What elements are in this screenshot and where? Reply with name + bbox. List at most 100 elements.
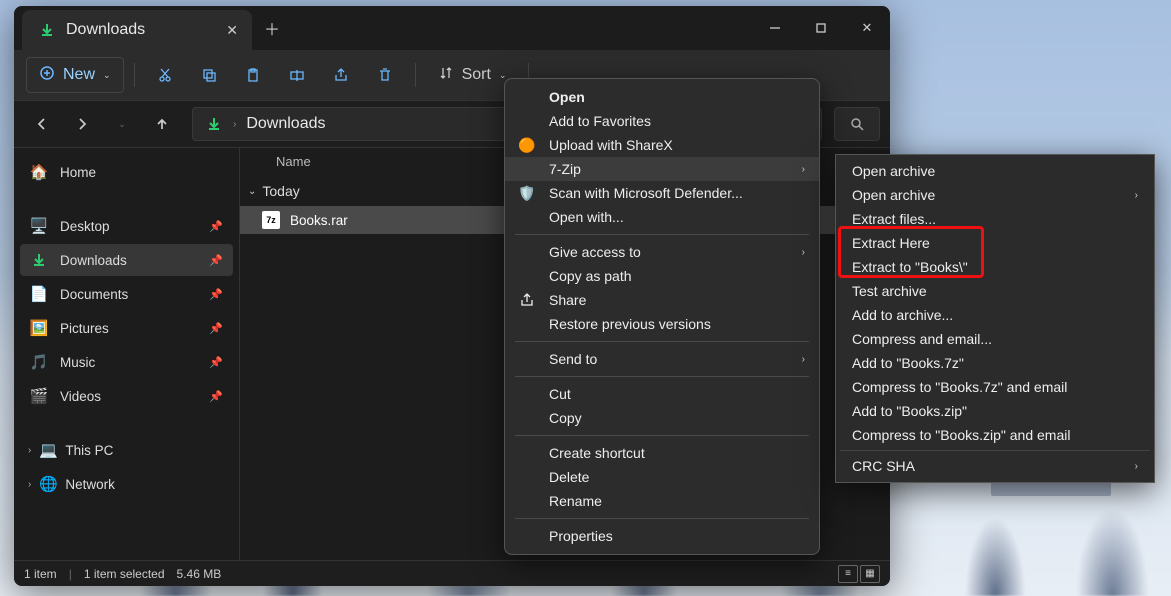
- chevron-down-icon: ⌄: [248, 186, 256, 197]
- submenu-open-archive-alt[interactable]: Open archive›: [836, 183, 1154, 207]
- sidebar-group-label: This PC: [65, 443, 113, 458]
- details-view-button[interactable]: ≡: [838, 565, 858, 583]
- submenu-add-zip[interactable]: Add to "Books.zip": [836, 399, 1154, 423]
- new-button[interactable]: New ⌄: [26, 57, 124, 93]
- menu-item-favorites[interactable]: Add to Favorites: [505, 109, 819, 133]
- share-button[interactable]: [321, 57, 361, 93]
- submenu-test[interactable]: Test archive: [836, 279, 1154, 303]
- sidebar-item-label: Pictures: [60, 321, 109, 336]
- menu-item-openwith[interactable]: Open with...: [505, 205, 819, 229]
- delete-button[interactable]: [365, 57, 405, 93]
- menu-item-sendto[interactable]: Send to›: [505, 347, 819, 371]
- menu-label: Copy as path: [549, 268, 632, 284]
- network-icon: 🌐: [39, 475, 57, 493]
- menu-item-copypath[interactable]: Copy as path: [505, 264, 819, 288]
- pc-icon: 💻: [39, 441, 57, 459]
- submenu-open-archive[interactable]: Open archive: [836, 159, 1154, 183]
- submenu-extract-files[interactable]: Extract files...: [836, 207, 1154, 231]
- titlebar[interactable]: Downloads ✕ ＋ ✕: [14, 6, 890, 50]
- menu-label: CRC SHA: [852, 458, 915, 474]
- chevron-down-icon: ⌄: [103, 70, 111, 81]
- pin-icon: 📌: [209, 288, 223, 301]
- sidebar-item-documents[interactable]: 📄 Documents 📌: [20, 278, 233, 310]
- close-window-button[interactable]: ✕: [844, 6, 890, 50]
- menu-label: Extract files...: [852, 211, 936, 227]
- menu-item-open[interactable]: Open: [505, 85, 819, 109]
- menu-label: Cut: [549, 386, 571, 402]
- close-tab-icon[interactable]: ✕: [226, 22, 238, 39]
- menu-label: Open archive: [852, 163, 935, 179]
- pictures-icon: 🖼️: [30, 319, 48, 337]
- menu-item-shortcut[interactable]: Create shortcut: [505, 441, 819, 465]
- menu-label: Properties: [549, 528, 613, 544]
- menu-item-copy[interactable]: Copy: [505, 406, 819, 430]
- submenu-compress-zip[interactable]: Compress to "Books.zip" and email: [836, 423, 1154, 447]
- menu-item-cut[interactable]: Cut: [505, 382, 819, 406]
- menu-item-sharex[interactable]: 🟠Upload with ShareX: [505, 133, 819, 157]
- submenu-crc[interactable]: CRC SHA ›: [836, 454, 1154, 478]
- item-count: 1 item: [24, 567, 57, 581]
- submenu-add[interactable]: Add to archive...: [836, 303, 1154, 327]
- submenu-add-7z[interactable]: Add to "Books.7z": [836, 351, 1154, 375]
- breadcrumb-location[interactable]: Downloads: [246, 115, 325, 133]
- minimize-button[interactable]: [752, 6, 798, 50]
- selected-size: 5.46 MB: [177, 567, 222, 581]
- menu-item-properties[interactable]: Properties: [505, 524, 819, 548]
- paste-button[interactable]: [233, 57, 273, 93]
- separator: [515, 376, 809, 377]
- music-icon: 🎵: [30, 353, 48, 371]
- separator: [515, 234, 809, 235]
- chevron-right-icon: ›: [1135, 461, 1138, 472]
- maximize-button[interactable]: [798, 6, 844, 50]
- menu-item-defender[interactable]: 🛡️Scan with Microsoft Defender...: [505, 181, 819, 205]
- forward-button[interactable]: [64, 106, 100, 142]
- status-bar: 1 item | 1 item selected 5.46 MB ≡ ▦: [14, 560, 890, 586]
- menu-label: Give access to: [549, 244, 641, 260]
- menu-item-restore[interactable]: Restore previous versions: [505, 312, 819, 336]
- tab-downloads[interactable]: Downloads ✕: [22, 10, 252, 50]
- add-tab-button[interactable]: ＋: [252, 6, 292, 50]
- menu-label: Compress to "Books.zip" and email: [852, 427, 1070, 443]
- menu-item-share[interactable]: Share: [505, 288, 819, 312]
- column-name[interactable]: Name: [276, 154, 311, 169]
- sidebar-item-pictures[interactable]: 🖼️ Pictures 📌: [20, 312, 233, 344]
- submenu-extract-to[interactable]: Extract to "Books\": [836, 255, 1154, 279]
- home-icon: 🏠: [30, 163, 48, 181]
- back-button[interactable]: [24, 106, 60, 142]
- sidebar-group-thispc[interactable]: › 💻 This PC: [20, 434, 233, 466]
- new-label: New: [63, 66, 95, 84]
- menu-item-delete[interactable]: Delete: [505, 465, 819, 489]
- search-button[interactable]: [834, 107, 880, 141]
- separator: [515, 435, 809, 436]
- window-controls: ✕: [752, 6, 890, 50]
- chevron-right-icon: ›: [233, 119, 236, 130]
- icons-view-button[interactable]: ▦: [860, 565, 880, 583]
- submenu-extract-here[interactable]: Extract Here: [836, 231, 1154, 255]
- submenu-compress-email[interactable]: Compress and email...: [836, 327, 1154, 351]
- submenu-compress-7z[interactable]: Compress to "Books.7z" and email: [836, 375, 1154, 399]
- download-arrow-icon: [38, 22, 56, 38]
- sidebar-item-downloads[interactable]: Downloads 📌: [20, 244, 233, 276]
- sidebar-item-home[interactable]: 🏠 Home: [20, 156, 233, 188]
- sidebar-item-label: Desktop: [60, 219, 110, 234]
- sidebar-item-videos[interactable]: 🎬 Videos 📌: [20, 380, 233, 412]
- sidebar-item-music[interactable]: 🎵 Music 📌: [20, 346, 233, 378]
- shield-icon: 🛡️: [517, 185, 537, 202]
- chevron-right-icon: ›: [28, 445, 31, 456]
- copy-button[interactable]: [189, 57, 229, 93]
- menu-label: Rename: [549, 493, 602, 509]
- menu-label: Open with...: [549, 209, 624, 225]
- menu-item-giveaccess[interactable]: Give access to›: [505, 240, 819, 264]
- up-button[interactable]: [144, 106, 180, 142]
- context-menu: Open Add to Favorites 🟠Upload with Share…: [504, 78, 820, 555]
- menu-item-7zip[interactable]: 7-Zip›: [505, 157, 819, 181]
- pin-icon: 📌: [209, 390, 223, 403]
- sidebar-item-label: Music: [60, 355, 95, 370]
- sidebar-item-desktop[interactable]: 🖥️ Desktop 📌: [20, 210, 233, 242]
- chevron-right-icon: ›: [802, 164, 805, 175]
- menu-item-rename[interactable]: Rename: [505, 489, 819, 513]
- recent-locations-button[interactable]: ⌄: [104, 106, 140, 142]
- cut-button[interactable]: [145, 57, 185, 93]
- sidebar-group-network[interactable]: › 🌐 Network: [20, 468, 233, 500]
- rename-button[interactable]: [277, 57, 317, 93]
